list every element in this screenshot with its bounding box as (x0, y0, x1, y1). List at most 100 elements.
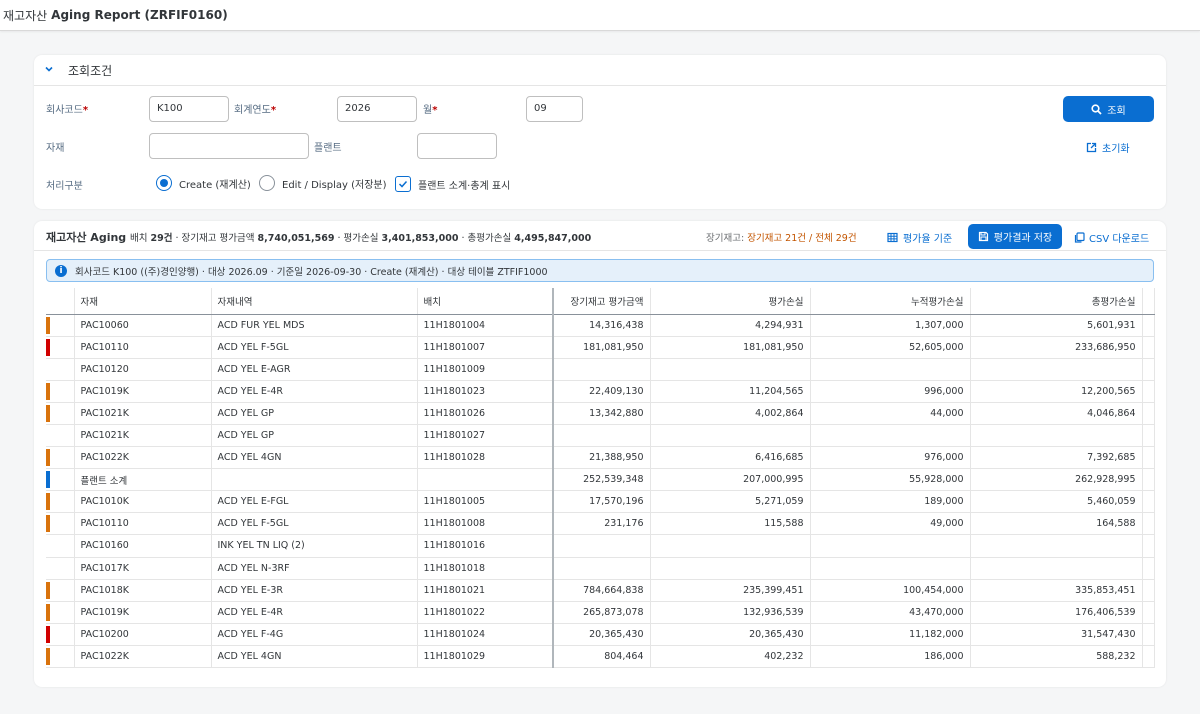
table-cell: 14,316,438 (553, 314, 651, 337)
radio-edit-label: Edit / Display (저장분) (282, 179, 387, 191)
chevron-down-icon[interactable] (44, 64, 62, 77)
material-label: 자재 (46, 143, 65, 154)
checkmark-icon[interactable] (395, 176, 411, 192)
table-cell (970, 534, 1143, 558)
table-cell: 233,686,950 (970, 336, 1143, 359)
table-cell: 100,454,000 (810, 579, 971, 602)
fiscal-year-label: 회계연도* (234, 105, 277, 116)
table-cell: ACD FUR YEL MDS (211, 314, 418, 337)
radio-create[interactable]: Create (재계산) (156, 175, 251, 191)
table-row[interactable]: PAC1021K ACD YEL GP 11H1801026 13,342,880 4,… (46, 402, 1155, 425)
table-cell (970, 358, 1143, 381)
table-row[interactable]: 플랜트 소계 252,539,348 207,000,995 55,928,000 26… (46, 468, 1155, 492)
table-cell: 52,605,000 (810, 336, 971, 359)
column-header[interactable]: 누적평가손실 (810, 288, 971, 315)
radio-create-indicator[interactable] (156, 175, 172, 191)
table-cell: 181,081,950 (650, 336, 811, 359)
row-status-indicator (46, 468, 75, 492)
month-field[interactable]: 09 (526, 96, 583, 122)
table-row[interactable]: PAC10110 ACD YEL F-5GL 11H1801007 181,081,9… (46, 336, 1155, 359)
column-header[interactable]: 자재내역 (211, 288, 418, 315)
table-cell: PAC1019K (74, 601, 212, 624)
column-header[interactable]: 평가손실 (650, 288, 811, 315)
rate-basis-button[interactable]: 평가율 기준 (887, 230, 952, 245)
table-cell (810, 557, 971, 580)
material-field[interactable] (149, 133, 309, 159)
table-cell: 1,307,000 (810, 314, 971, 337)
table-cell: ACD YEL N-3RF (211, 557, 418, 580)
table-cell: 49,000 (810, 512, 971, 536)
table-cell: 7,392,685 (970, 446, 1143, 470)
column-header[interactable]: 자재 (74, 288, 212, 315)
row-status-indicator (46, 314, 75, 337)
fiscal-year-field[interactable]: 2026 (337, 96, 417, 122)
table-row[interactable]: PAC1017K ACD YEL N-3RF 11H1801018 (46, 557, 1155, 580)
table-row[interactable]: PAC1019K ACD YEL E-4R 11H1801023 22,409,130… (46, 380, 1155, 403)
table-row[interactable]: PAC10110 ACD YEL F-5GL 11H1801008 231,176 11… (46, 512, 1155, 536)
csv-download-label: CSV 다운로드 (1089, 234, 1150, 245)
table-row[interactable]: PAC10060 ACD FUR YEL MDS 11H1801004 14,316,… (46, 314, 1155, 337)
filter-panel: 조회조건 회사코드* K100 회계연도* 2026 월* 09 조회 자재 플… (34, 55, 1166, 209)
plant-field[interactable] (417, 133, 497, 159)
table-cell: PAC1018K (74, 579, 212, 602)
search-button[interactable]: 조회 (1063, 96, 1154, 122)
table-cell (553, 424, 651, 448)
table-cell: PAC1021K (74, 402, 212, 425)
table-cell: 996,000 (810, 380, 971, 403)
table-cell: 181,081,950 (553, 336, 651, 359)
table-cell-filler (1142, 336, 1155, 359)
row-status-indicator (46, 402, 75, 425)
table-row[interactable]: PAC10120 ACD YEL E-AGR 11H1801009 (46, 358, 1155, 381)
table-row[interactable]: PAC1022K ACD YEL 4GN 11H1801028 21,388,950 6… (46, 446, 1155, 470)
table-header-row: 자재 자재내역 배치 장기재고 평가금액 평가손실 누적평가손실 총평가손실 (46, 288, 1155, 315)
table-cell (650, 557, 811, 580)
table-row[interactable]: PAC1022K ACD YEL 4GN 11H1801029 804,464 402,… (46, 645, 1155, 669)
status-bar (46, 581, 50, 599)
column-header[interactable]: 총평가손실 (970, 288, 1143, 315)
table-cell: 11,182,000 (810, 623, 971, 646)
csv-download-button[interactable]: CSV 다운로드 (1074, 230, 1149, 245)
table-cell-filler (1142, 380, 1155, 403)
filter-header[interactable]: 조회조건 (34, 55, 1166, 86)
table-cell: ACD YEL F-4G (211, 623, 418, 646)
table-cell: 207,000,995 (650, 468, 811, 492)
plant-label: 플랜트 (314, 143, 342, 154)
column-header[interactable]: 장기재고 평가금액 (553, 288, 651, 315)
table-cell: 20,365,430 (553, 623, 651, 646)
company-code-field[interactable]: K100 (149, 96, 229, 122)
table-cell: PAC10120 (74, 358, 212, 381)
table-cell-filler (1142, 358, 1155, 381)
reset-button[interactable]: 초기화 (1086, 140, 1130, 155)
status-bar (46, 647, 50, 665)
result-header: 재고자산 Aging 배치 29건 · 장기재고 평가금액 8,740,051,… (34, 221, 1166, 251)
table-row[interactable]: PAC10160 INK YEL TN LIQ (2) 11H1801016 (46, 534, 1155, 558)
table-cell: 784,664,838 (553, 579, 651, 602)
table-cell: 11H1801027 (417, 424, 554, 448)
table-cell: ACD YEL GP (211, 402, 418, 425)
table-row[interactable]: PAC1010K ACD YEL E-FGL 11H1801005 17,570,19… (46, 490, 1155, 514)
table-cell-filler (1142, 512, 1155, 536)
status-bar (46, 338, 50, 356)
plant-subtotal-checkbox[interactable]: 플랜트 소계·총계 표시 (395, 176, 510, 192)
table-cell: 335,853,451 (970, 579, 1143, 602)
table-cell-filler (1142, 623, 1155, 646)
table-row[interactable]: PAC1021K ACD YEL GP 11H1801027 (46, 424, 1155, 448)
radio-edit-indicator[interactable] (259, 175, 275, 191)
table-row[interactable]: PAC1018K ACD YEL E-3R 11H1801021 784,664,83… (46, 579, 1155, 602)
row-status-indicator (46, 490, 75, 514)
table-cell: 6,416,685 (650, 446, 811, 470)
table-cell (650, 534, 811, 558)
status-bar (46, 625, 50, 643)
table-cell (553, 358, 651, 381)
radio-edit-display[interactable]: Edit / Display (저장분) (259, 175, 387, 191)
table-cell: ACD YEL E-AGR (211, 358, 418, 381)
table-cell: ACD YEL E-3R (211, 579, 418, 602)
table-cell: ACD YEL F-5GL (211, 336, 418, 359)
table-row[interactable]: PAC1019K ACD YEL E-4R 11H1801022 265,873,07… (46, 601, 1155, 624)
table-row[interactable]: PAC10200 ACD YEL F-4G 11H1801024 20,365,430… (46, 623, 1155, 646)
column-header[interactable]: 배치 (417, 288, 554, 315)
table-cell-filler (1142, 446, 1155, 470)
status-bar (46, 493, 50, 511)
row-status-indicator (46, 424, 75, 448)
save-results-button[interactable]: 평가결과 저장 (968, 224, 1062, 249)
